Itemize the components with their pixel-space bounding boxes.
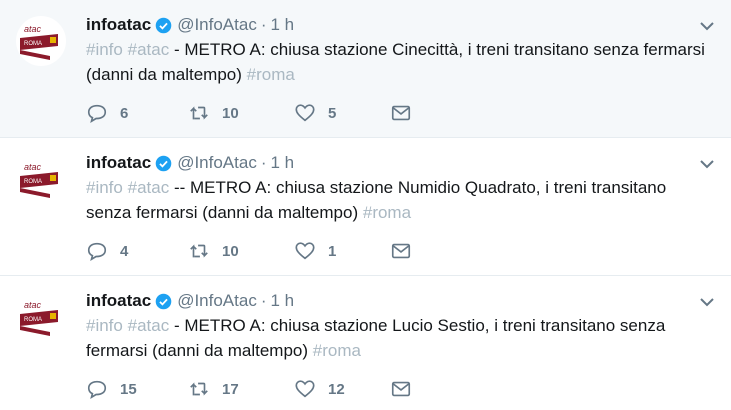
tweet-card[interactable]: atac ROMA infoatac @InfoAtac · 1 h #info… bbox=[0, 138, 731, 276]
tweet-header: infoatac @InfoAtac · 1 h bbox=[86, 289, 294, 313]
retweet-icon bbox=[190, 244, 208, 258]
like-count: 5 bbox=[328, 104, 337, 122]
heart-icon bbox=[295, 380, 315, 398]
timestamp[interactable]: 1 h bbox=[271, 15, 295, 35]
reply-count: 15 bbox=[120, 380, 137, 398]
tweet-body: - METRO A: chiusa stazione Cinecittà, i … bbox=[86, 40, 705, 84]
heart-icon bbox=[295, 242, 315, 260]
reply-count: 4 bbox=[120, 242, 129, 260]
retweet-count: 10 bbox=[222, 242, 239, 260]
reply-icon bbox=[87, 104, 107, 123]
hashtag-link[interactable]: #info bbox=[86, 40, 123, 59]
separator-dot: · bbox=[260, 153, 267, 172]
tweet-actions: 4 10 1 bbox=[86, 238, 412, 264]
tweet-card[interactable]: atac ROMA infoatac @InfoAtac · 1 h #info… bbox=[0, 276, 731, 410]
tweet-header: infoatac @InfoAtac · 1 h bbox=[86, 13, 294, 37]
like-button[interactable]: 5 bbox=[294, 102, 390, 124]
user-handle[interactable]: @InfoAtac bbox=[177, 153, 257, 173]
like-count: 12 bbox=[328, 380, 345, 398]
avatar-sub-text: ROMA bbox=[24, 41, 42, 47]
tweet-text: #info #atac - METRO A: chiusa stazione L… bbox=[86, 313, 706, 363]
like-button[interactable]: 12 bbox=[294, 378, 390, 400]
tweet-card[interactable]: atac ROMA infoatac @InfoAtac · 1 h #info… bbox=[0, 0, 731, 138]
avatar-logo-text: atac bbox=[24, 300, 42, 310]
tweet-text: #info #atac - METRO A: chiusa stazione C… bbox=[86, 37, 706, 87]
chevron-down-icon[interactable] bbox=[697, 154, 717, 174]
timestamp[interactable]: 1 h bbox=[271, 153, 295, 173]
retweet-count: 17 bbox=[222, 380, 239, 398]
reply-button[interactable]: 6 bbox=[86, 102, 188, 124]
display-name[interactable]: infoatac bbox=[86, 153, 151, 173]
display-name[interactable]: infoatac bbox=[86, 15, 151, 35]
tweet-body: - METRO A: chiusa stazione Lucio Sestio,… bbox=[86, 316, 666, 360]
user-handle[interactable]: @InfoAtac bbox=[177, 15, 257, 35]
verified-badge-icon bbox=[155, 17, 172, 33]
tweet-actions: 6 10 5 bbox=[86, 100, 412, 126]
reply-icon bbox=[87, 242, 107, 261]
retweet-button[interactable]: 10 bbox=[188, 240, 294, 262]
envelope-icon bbox=[391, 105, 411, 121]
avatar[interactable]: atac ROMA bbox=[16, 154, 66, 204]
avatar-sub-text: ROMA bbox=[24, 179, 42, 185]
hashtag-link[interactable]: #atac bbox=[128, 316, 170, 335]
verified-badge-icon bbox=[155, 155, 172, 171]
retweet-count: 10 bbox=[222, 104, 239, 122]
envelope-icon bbox=[391, 243, 411, 259]
reply-button[interactable]: 15 bbox=[86, 378, 188, 400]
avatar-logo-text: atac bbox=[24, 162, 42, 172]
heart-icon bbox=[295, 104, 315, 122]
chevron-down-icon[interactable] bbox=[697, 292, 717, 312]
retweet-icon bbox=[190, 106, 208, 120]
timestamp[interactable]: 1 h bbox=[271, 291, 295, 311]
direct-message-button[interactable] bbox=[390, 378, 412, 400]
user-handle[interactable]: @InfoAtac bbox=[177, 291, 257, 311]
avatar[interactable]: atac ROMA bbox=[16, 292, 66, 342]
tweet-actions: 15 17 12 bbox=[86, 376, 412, 402]
direct-message-button[interactable] bbox=[390, 240, 412, 262]
hashtag-link[interactable]: #roma bbox=[247, 65, 295, 84]
retweet-button[interactable]: 10 bbox=[188, 102, 294, 124]
avatar-logo-text: atac bbox=[24, 24, 42, 34]
hashtag-link[interactable]: #atac bbox=[128, 40, 170, 59]
reply-count: 6 bbox=[120, 104, 129, 122]
timeline: atac ROMA infoatac @InfoAtac · 1 h #info… bbox=[0, 0, 731, 410]
tweet-text: #info #atac -- METRO A: chiusa stazione … bbox=[86, 175, 706, 225]
verified-badge-icon bbox=[155, 293, 172, 309]
envelope-icon bbox=[391, 381, 411, 397]
hashtag-link[interactable]: #info bbox=[86, 178, 123, 197]
hashtag-link[interactable]: #info bbox=[86, 316, 123, 335]
like-count: 1 bbox=[328, 242, 337, 260]
separator-dot: · bbox=[260, 15, 267, 34]
hashtag-link[interactable]: #roma bbox=[363, 203, 411, 222]
reply-button[interactable]: 4 bbox=[86, 240, 188, 262]
retweet-button[interactable]: 17 bbox=[188, 378, 294, 400]
tweet-header: infoatac @InfoAtac · 1 h bbox=[86, 151, 294, 175]
reply-icon bbox=[87, 380, 107, 399]
separator-dot: · bbox=[260, 291, 267, 310]
hashtag-link[interactable]: #atac bbox=[128, 178, 170, 197]
avatar[interactable]: atac ROMA bbox=[16, 16, 66, 66]
avatar-sub-text: ROMA bbox=[24, 317, 42, 323]
retweet-icon bbox=[190, 382, 208, 396]
display-name[interactable]: infoatac bbox=[86, 291, 151, 311]
hashtag-link[interactable]: #roma bbox=[313, 341, 361, 360]
like-button[interactable]: 1 bbox=[294, 240, 390, 262]
direct-message-button[interactable] bbox=[390, 102, 412, 124]
chevron-down-icon[interactable] bbox=[697, 16, 717, 36]
